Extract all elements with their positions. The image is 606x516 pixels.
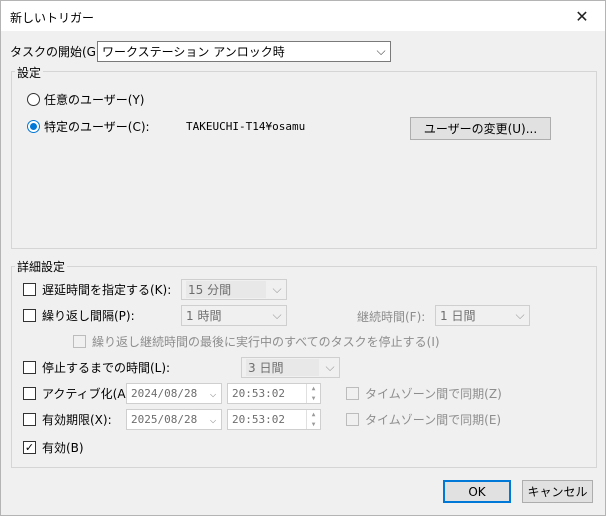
activate-date-value: 2024/08/28 bbox=[131, 387, 198, 400]
activate-checkbox[interactable] bbox=[23, 387, 36, 400]
chevron-down-icon: ⌵ bbox=[209, 387, 217, 400]
specific-user-radio[interactable] bbox=[27, 120, 40, 133]
stop-after-select[interactable]: 3 日間 ⌵ bbox=[241, 357, 340, 378]
chevron-down-icon: ⌵ bbox=[325, 360, 335, 374]
new-trigger-dialog: 新しいトリガー ✕ タスクの開始(G): ワークステーション アンロック時 ⌵ … bbox=[0, 0, 606, 516]
cancel-button[interactable]: キャンセル bbox=[522, 480, 593, 503]
sync-tz-activate-checkbox[interactable] bbox=[346, 387, 359, 400]
repeat-label[interactable]: 繰り返し間隔(P): bbox=[42, 307, 135, 324]
title-bar: 新しいトリガー ✕ bbox=[1, 1, 605, 31]
activate-time-picker[interactable]: 20:53:02 ▲ ▼ bbox=[227, 383, 321, 404]
delay-label[interactable]: 遅延時間を指定する(K): bbox=[42, 281, 171, 298]
stop-after-label[interactable]: 停止するまでの時間(L): bbox=[42, 359, 170, 376]
begin-task-select[interactable]: ワークステーション アンロック時 ⌵ bbox=[97, 41, 391, 62]
expire-time-picker[interactable]: 20:53:02 ▲ ▼ bbox=[227, 409, 321, 430]
chevron-down-icon: ⌵ bbox=[376, 44, 386, 58]
duration-select[interactable]: 1 日間 ⌵ bbox=[435, 305, 530, 326]
user-name: TAKEUCHI-T14¥osamu bbox=[186, 120, 306, 133]
chevron-down-icon: ⌵ bbox=[209, 413, 217, 426]
duration-label: 継続時間(F): bbox=[357, 310, 426, 324]
delay-select[interactable]: 15 分間 ⌵ bbox=[181, 279, 287, 300]
settings-group-label: 設定 bbox=[15, 64, 44, 81]
delay-checkbox[interactable] bbox=[23, 283, 36, 296]
expire-checkbox[interactable] bbox=[23, 413, 36, 426]
advanced-settings-label: 詳細設定 bbox=[15, 258, 68, 275]
expire-time-value: 20:53:02 bbox=[232, 413, 285, 426]
begin-task-label: タスクの開始(G): bbox=[10, 45, 105, 59]
expire-label[interactable]: 有効期限(X): bbox=[42, 411, 112, 428]
duration-value: 1 日間 bbox=[440, 309, 476, 323]
sync-tz-expire-label: タイムゾーン間で同期(E) bbox=[365, 413, 502, 427]
stop-after-value: 3 日間 bbox=[246, 359, 319, 376]
window-title: 新しいトリガー bbox=[10, 11, 95, 25]
stop-after-checkbox[interactable] bbox=[23, 361, 36, 374]
sync-tz-activate-label: タイムゾーン間で同期(Z) bbox=[365, 387, 502, 401]
enabled-checkbox[interactable]: ✓ bbox=[23, 441, 36, 454]
any-user-radio[interactable] bbox=[27, 93, 40, 106]
stop-running-label: 繰り返し継続時間の最後に実行中のすべてのタスクを停止する(I) bbox=[92, 335, 440, 349]
chevron-down-icon: ⌵ bbox=[515, 308, 525, 322]
time-spinner[interactable]: ▲ ▼ bbox=[306, 410, 320, 429]
repeat-select[interactable]: 1 時間 ⌵ bbox=[181, 305, 287, 326]
expire-date-value: 2025/08/28 bbox=[131, 413, 198, 426]
delay-value: 15 分間 bbox=[186, 281, 266, 298]
begin-task-value: ワークステーション アンロック時 bbox=[102, 45, 285, 59]
spin-up-icon[interactable]: ▲ bbox=[307, 384, 320, 394]
repeat-checkbox[interactable] bbox=[23, 309, 36, 322]
specific-user-label[interactable]: 特定のユーザー(C): bbox=[44, 118, 150, 135]
any-user-label[interactable]: 任意のユーザー(Y) bbox=[44, 91, 144, 108]
sync-tz-expire-checkbox[interactable] bbox=[346, 413, 359, 426]
change-user-button[interactable]: ユーザーの変更(U)... bbox=[410, 117, 551, 140]
activate-label[interactable]: アクティブ化(A): bbox=[42, 385, 134, 402]
stop-running-checkbox[interactable] bbox=[73, 335, 86, 348]
spin-down-icon[interactable]: ▼ bbox=[307, 394, 320, 404]
ok-button[interactable]: OK bbox=[443, 480, 511, 503]
activate-date-picker[interactable]: 2024/08/28 ⌵ bbox=[126, 383, 222, 404]
enabled-label[interactable]: 有効(B) bbox=[42, 439, 84, 456]
spin-down-icon[interactable]: ▼ bbox=[307, 420, 320, 430]
spin-up-icon[interactable]: ▲ bbox=[307, 410, 320, 420]
repeat-value: 1 時間 bbox=[186, 309, 222, 323]
close-icon[interactable]: ✕ bbox=[559, 1, 605, 31]
expire-date-picker[interactable]: 2025/08/28 ⌵ bbox=[126, 409, 222, 430]
activate-time-value: 20:53:02 bbox=[232, 387, 285, 400]
time-spinner[interactable]: ▲ ▼ bbox=[306, 384, 320, 403]
chevron-down-icon: ⌵ bbox=[272, 308, 282, 322]
chevron-down-icon: ⌵ bbox=[272, 282, 282, 296]
